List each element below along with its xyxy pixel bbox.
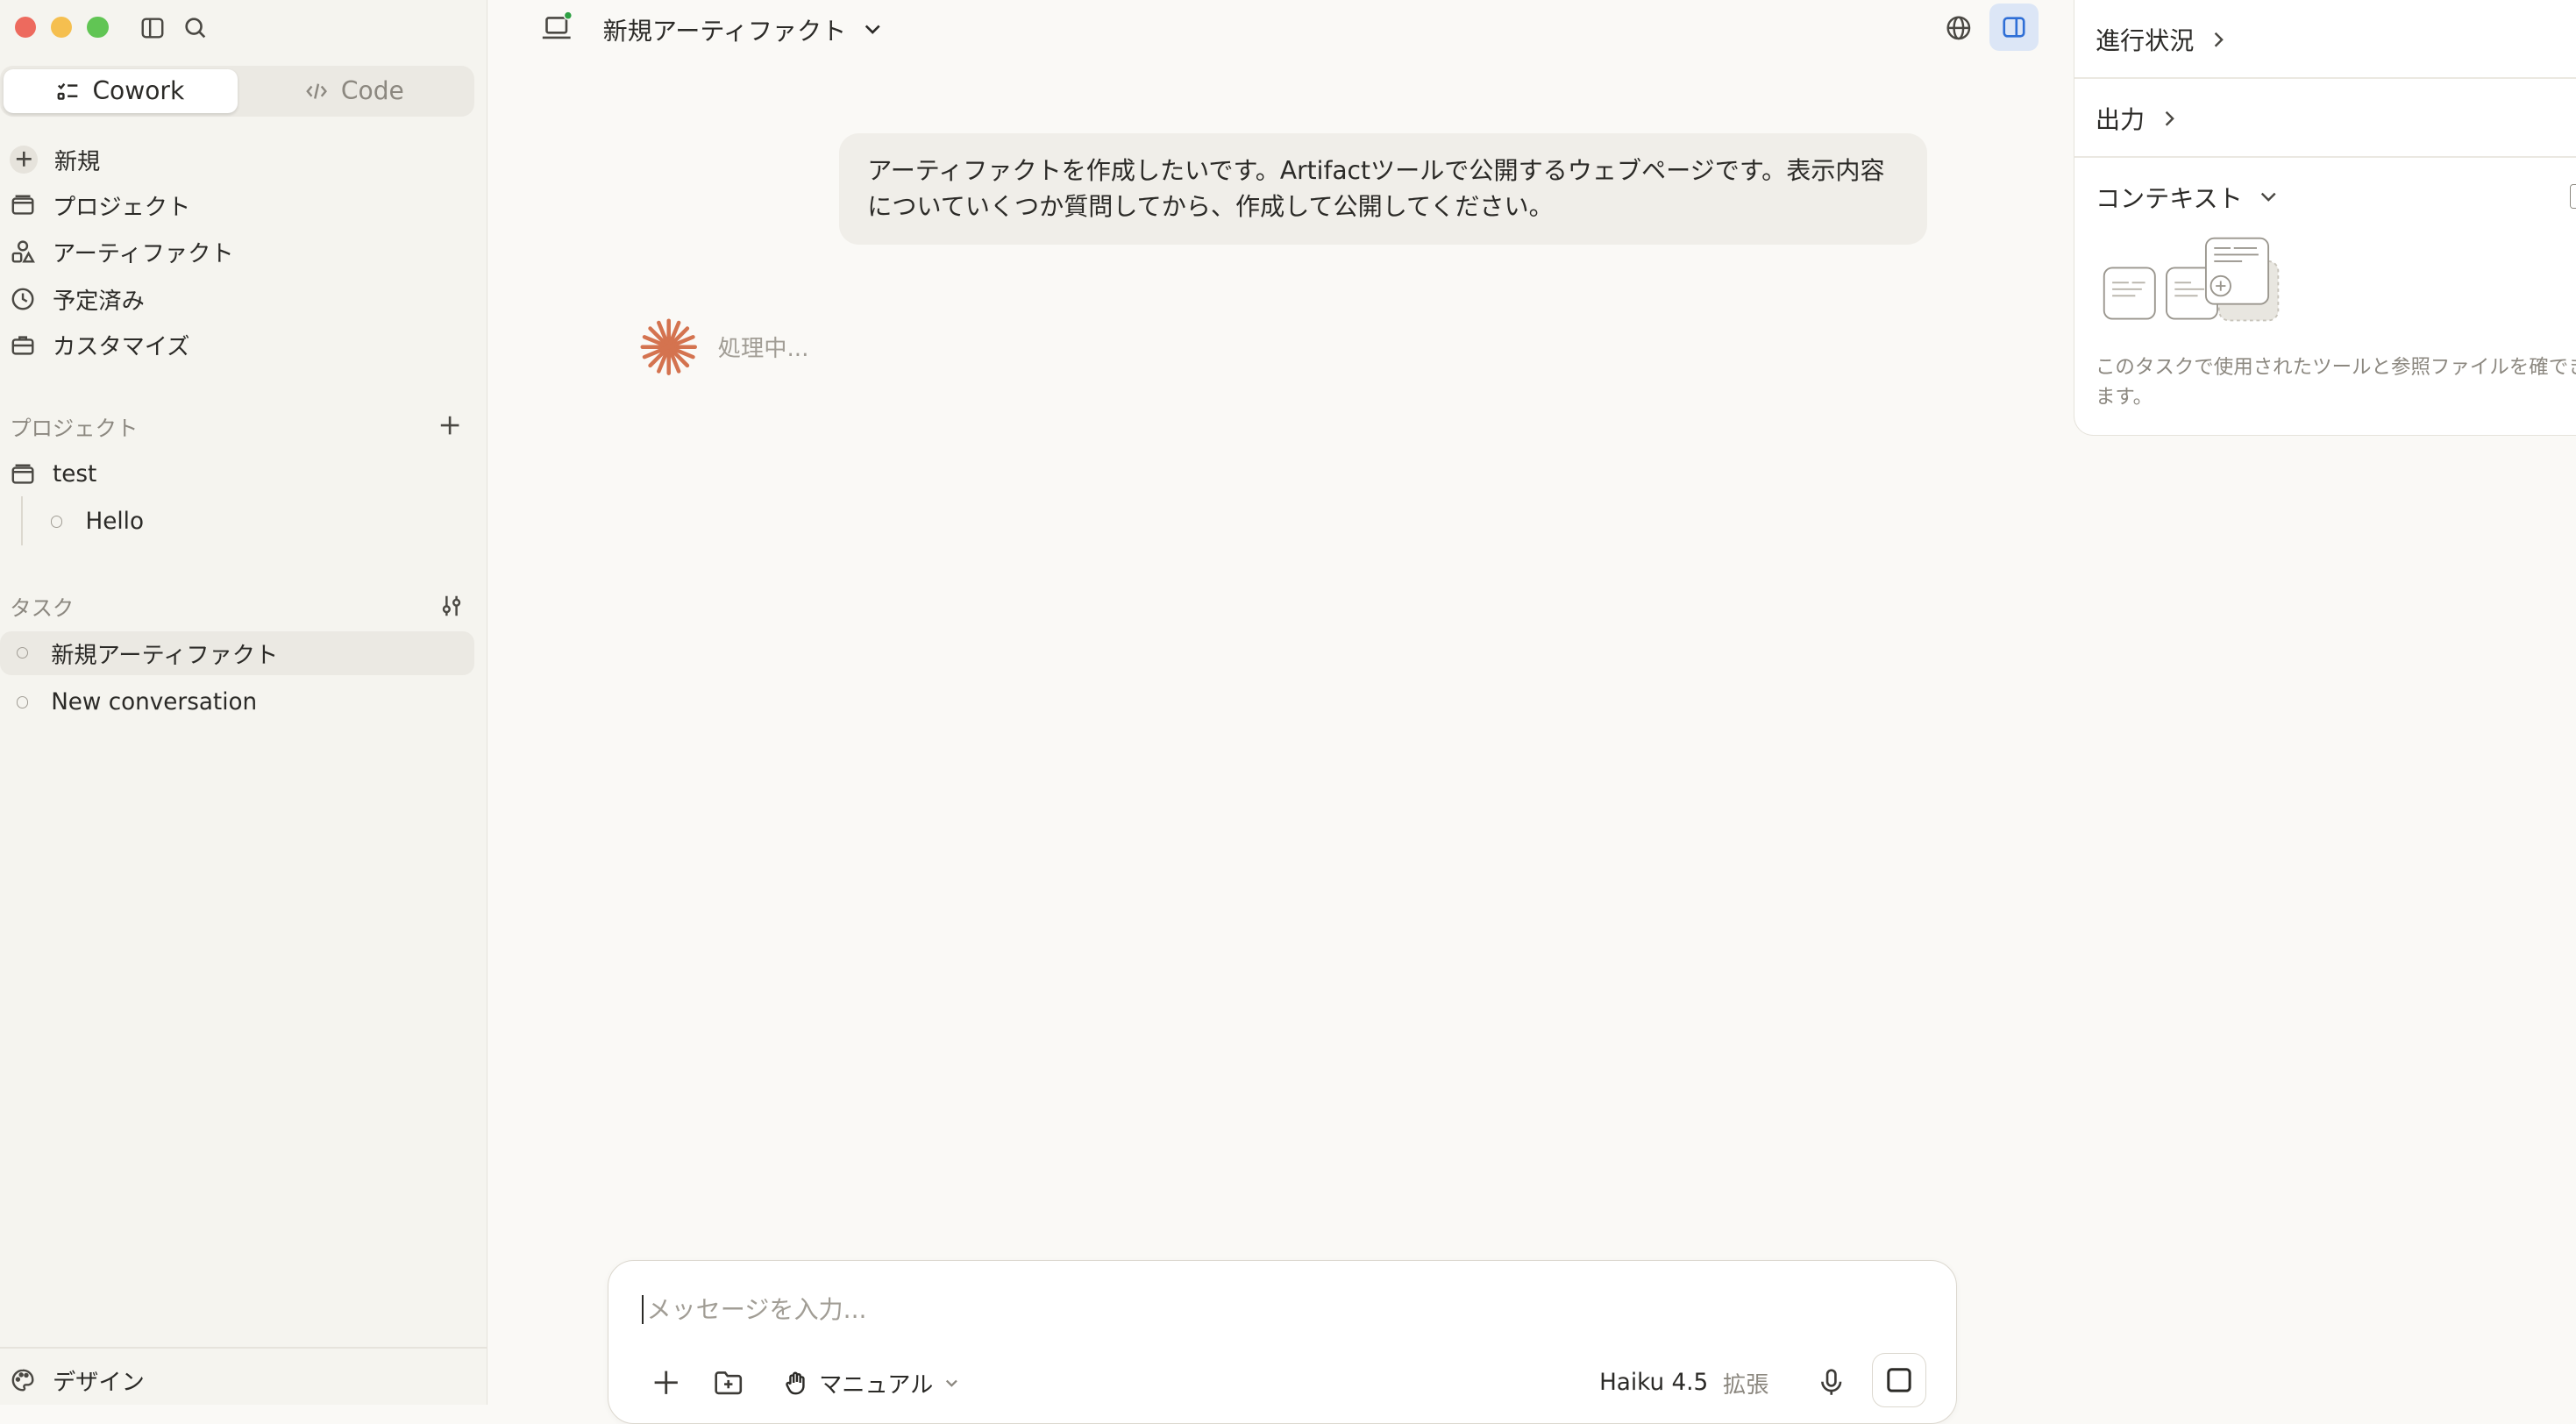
progress-label: 進行状況 [2095,26,2195,56]
sidebar-toggle-icon[interactable] [139,15,166,41]
user-message: アーティファクトを作成したいです。Artifactツールで公開するウェブページで… [839,132,1927,246]
sidebar-item-new[interactable]: 新規 [10,141,100,177]
palette-icon [10,1367,36,1393]
chevron-down-icon [863,19,882,39]
task-item-new-artifact[interactable]: 新規アーティファクト [0,630,475,676]
context-label: コンテキスト [2095,184,2243,214]
task-label: New conversation [51,688,258,716]
panel-icon [2001,14,2027,40]
output-label: 出力 [2095,105,2145,135]
minimize-window-button[interactable] [51,16,73,39]
tree-line [21,495,24,546]
status-dot [51,516,63,528]
laptop-icon[interactable] [540,11,573,44]
progress-section-header[interactable]: 進行状況 [2096,21,2227,57]
stop-icon [1886,1367,1912,1393]
chevron-down-icon [943,1375,960,1392]
right-panel: 進行状況 出力 コンテキスト このタスクで使用されたツールと参照ファイルを確でき… [2073,0,2576,436]
divider [2074,156,2576,158]
tab-code-label: Code [340,76,404,106]
project-item-test[interactable]: test [10,457,96,493]
sidebar-item-label: 新規 [53,148,101,175]
mode-select[interactable]: マニュアル [783,1366,959,1399]
hand-icon [783,1370,809,1396]
output-section-header[interactable]: 出力 [2096,100,2178,136]
shapes-icon [10,239,36,265]
checklist-icon [56,80,79,103]
model-name: Haiku 4.5 [1599,1370,1709,1397]
tasks-section-label: タスク [10,595,75,621]
context-section-header[interactable]: コンテキスト [2096,179,2279,215]
folder-add-icon[interactable] [712,1366,744,1399]
plus-icon [10,145,39,174]
divider [2074,77,2576,79]
page-title: 新規アーティファクト [602,17,847,46]
chevron-right-icon [2210,30,2227,49]
mode-switch: Cowork Code [0,65,475,117]
sidebar-item-projects[interactable]: プロジェクト [10,188,190,224]
project-child-label: Hello [85,508,144,535]
status-dot [16,647,28,659]
message-input[interactable] [641,1295,1896,1325]
briefcase-icon [10,331,36,358]
stop-button[interactable] [1872,1353,1926,1407]
tab-cowork[interactable]: Cowork [3,68,238,114]
add-project-icon[interactable] [438,414,465,440]
project-child-item[interactable]: Hello [34,500,474,545]
task-item-new-conversation[interactable]: New conversation [0,680,474,725]
microphone-icon[interactable] [1815,1366,1847,1399]
context-illustration [2101,235,2285,327]
sidebar-item-scheduled[interactable]: 予定済み [10,281,145,317]
expand-icon[interactable] [2570,183,2576,210]
processing-indicator: 処理中... [639,317,809,376]
composer: マニュアル Haiku 4.5 拡張 [608,1260,1957,1424]
chevron-down-icon [2259,189,2278,205]
sidebar-item-design[interactable]: デザイン [10,1362,145,1398]
code-icon [305,80,328,103]
search-icon[interactable] [182,15,209,41]
task-title-dropdown[interactable]: 新規アーティファクト [603,11,883,47]
projects-section-label: プロジェクト [10,416,139,442]
maximize-window-button[interactable] [87,16,109,39]
sidebar-item-label: プロジェクト [52,195,191,222]
chevron-right-icon [2161,109,2178,128]
model-select[interactable]: Haiku 4.5 拡張 [1599,1366,1768,1399]
clock-icon [10,286,36,312]
folder-icon [10,192,36,218]
add-attachment-icon[interactable] [650,1366,682,1399]
sidebar-item-artifacts[interactable]: アーティファクト [10,233,234,269]
mode-select-label: マニュアル [819,1372,934,1399]
sidebar-item-label: デザイン [52,1369,145,1396]
task-label: 新規アーティファクト [51,642,279,669]
folder-icon [10,462,36,488]
status-dot [16,696,28,708]
toggle-panel-button[interactable] [1989,3,2039,52]
close-window-button[interactable] [14,16,37,39]
divider [0,1347,487,1349]
model-option: 拡張 [1723,1372,1769,1399]
project-label: test [52,461,97,488]
spinner-icon [639,317,698,376]
sidebar-item-label: カスタマイズ [52,334,190,361]
processing-text: 処理中... [717,336,809,363]
window-controls [14,16,109,39]
tab-cowork-label: Cowork [92,76,185,106]
globe-icon[interactable] [1944,13,1974,43]
context-description: このタスクで使用されたツールと参照ファイルを確できます。 [2095,355,2576,409]
sidebar: Cowork Code 新規 プロジェクト アーティファクト 予定済み カスタマ… [0,0,488,1405]
sidebar-item-label: 予定済み [52,288,145,315]
sidebar-item-label: アーティファクト [52,240,234,267]
sidebar-item-customize[interactable]: カスタマイズ [10,327,189,363]
filter-icon[interactable] [438,593,465,619]
tab-code[interactable]: Code [238,69,472,114]
main-area: 新規アーティファクト アーティファクトを作成したいです。Artifactツールで… [487,0,2073,1424]
